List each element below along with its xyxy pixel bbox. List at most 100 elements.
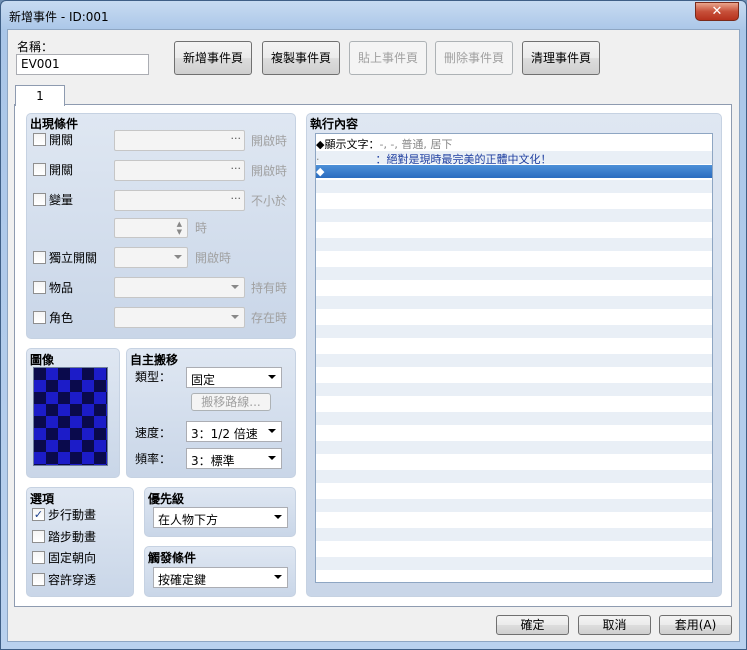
movement-freq-label: 頻率：: [135, 452, 172, 466]
movement-type-value: 固定: [191, 373, 216, 387]
empty-command-row[interactable]: [316, 440, 712, 454]
empty-command-row[interactable]: [316, 179, 712, 193]
empty-command-row[interactable]: [316, 208, 712, 222]
self-switch-checkbox[interactable]: [33, 251, 46, 264]
chevron-down-icon: [174, 255, 182, 259]
walk-anim-checkbox[interactable]: ✓: [32, 508, 45, 521]
movement-speed-select[interactable]: 3：1/2 倍速: [186, 421, 282, 442]
switch2-checkbox[interactable]: [33, 163, 46, 176]
step-anim-checkbox[interactable]: [32, 530, 45, 543]
empty-command-row[interactable]: [316, 571, 712, 582]
apply-button[interactable]: 套用(A): [659, 615, 732, 635]
paste-page-button[interactable]: 貼上事件頁: [349, 41, 427, 75]
switch2-suffix: 開啟時: [251, 164, 288, 178]
ellipsis-icon: ···: [230, 192, 242, 205]
move-route-button[interactable]: 搬移路線...: [191, 393, 271, 411]
empty-command-row[interactable]: [316, 542, 712, 555]
trigger-title: 觸發條件: [148, 551, 197, 565]
image-title: 圖像: [30, 353, 55, 367]
command-line-selected[interactable]: ◆: [316, 165, 712, 178]
switch2-label: 開關: [49, 163, 74, 177]
copy-page-button[interactable]: 複製事件頁: [262, 41, 340, 75]
switch1-label: 開關: [49, 133, 74, 147]
empty-command-row[interactable]: [316, 353, 712, 367]
movement-type-select[interactable]: 固定: [186, 367, 282, 388]
actor-checkbox[interactable]: [33, 311, 46, 324]
switch2-field[interactable]: ···: [114, 160, 245, 181]
conditions-title: 出現條件: [30, 117, 79, 131]
command-text: ：絕對是現時最完美的正體中文化！: [375, 153, 552, 164]
empty-command-row[interactable]: [316, 527, 712, 541]
name-input[interactable]: EV001: [16, 54, 149, 75]
empty-command-row[interactable]: [316, 498, 712, 512]
empty-command-row[interactable]: [316, 266, 712, 280]
close-button[interactable]: ✕: [695, 2, 739, 21]
options-title: 選項: [30, 492, 55, 506]
variable-field[interactable]: ···: [114, 190, 245, 211]
through-label: 容許穿透: [48, 573, 97, 587]
item-label: 物品: [49, 281, 74, 295]
movement-title: 自主搬移: [130, 353, 179, 367]
ok-button[interactable]: 確定: [496, 615, 569, 635]
priority-select[interactable]: 在人物下方: [153, 507, 288, 528]
walk-anim-label: 步行動畫: [48, 508, 97, 522]
empty-command-row[interactable]: [316, 223, 712, 236]
command-line[interactable]: · ：絕對是現時最完美的正體中文化！: [316, 151, 712, 164]
empty-command-row[interactable]: [316, 411, 712, 425]
through-checkbox[interactable]: [32, 573, 45, 586]
empty-command-row[interactable]: [316, 455, 712, 468]
command-bullet: ·: [316, 153, 320, 164]
empty-command-row[interactable]: [316, 397, 712, 410]
priority-value: 在人物下方: [158, 513, 219, 527]
actor-select[interactable]: [114, 307, 245, 328]
chevron-down-icon: [231, 285, 239, 289]
item-checkbox[interactable]: [33, 281, 46, 294]
tab-page-1[interactable]: 1: [15, 85, 65, 106]
name-label: 名稱：: [17, 40, 54, 54]
empty-command-row[interactable]: [316, 281, 712, 294]
direction-fix-checkbox[interactable]: [32, 551, 45, 564]
variable-checkbox[interactable]: [33, 193, 46, 206]
empty-command-row[interactable]: [316, 469, 712, 483]
self-switch-select[interactable]: [114, 247, 188, 268]
trigger-select[interactable]: 按確定鍵: [153, 567, 288, 588]
cancel-button[interactable]: 取消: [578, 615, 651, 635]
ellipsis-icon: ···: [230, 132, 242, 145]
empty-command-row[interactable]: [316, 513, 712, 526]
movement-freq-select[interactable]: 3：標準: [186, 448, 282, 469]
empty-command-row[interactable]: [316, 295, 712, 309]
variable-value-spinner[interactable]: ▲ ▼: [114, 218, 188, 238]
empty-command-row[interactable]: [316, 237, 712, 251]
direction-fix-label: 固定朝向: [48, 551, 97, 565]
step-anim-label: 踏步動畫: [48, 530, 97, 544]
event-graphic[interactable]: [33, 367, 108, 466]
empty-command-row[interactable]: [316, 426, 712, 439]
item-select[interactable]: [114, 277, 245, 298]
empty-command-row[interactable]: [316, 382, 712, 396]
empty-command-row[interactable]: [316, 310, 712, 323]
command-line[interactable]: ◆顯示文字：-, -, 普通, 居下: [316, 136, 712, 149]
actor-suffix: 存在時: [251, 311, 288, 325]
empty-command-row[interactable]: [316, 484, 712, 497]
variable-value-suffix: 時: [195, 221, 208, 235]
empty-command-row[interactable]: [316, 556, 712, 570]
command-list[interactable]: ◆顯示文字：-, -, 普通, 居下 · ：絕對是現時最完美的正體中文化！ ◆: [315, 133, 713, 583]
chevron-down-icon: [268, 429, 276, 433]
new-page-button[interactable]: 新增事件頁: [174, 41, 252, 75]
empty-command-row[interactable]: [316, 252, 712, 265]
switch1-field[interactable]: ···: [114, 130, 245, 151]
command-bullet: ◆: [316, 165, 325, 178]
command-label: 顯示文字：: [324, 138, 380, 149]
empty-command-row[interactable]: [316, 339, 712, 352]
priority-title: 優先級: [148, 492, 185, 506]
item-suffix: 持有時: [251, 281, 288, 295]
empty-command-row[interactable]: [316, 194, 712, 207]
delete-page-button[interactable]: 刪除事件頁: [435, 41, 513, 75]
trigger-value: 按確定鍵: [158, 573, 207, 587]
movement-freq-value: 3：標準: [191, 454, 235, 468]
clear-page-button[interactable]: 清理事件頁: [522, 41, 600, 75]
window-title: 新增事件 - ID:001: [9, 10, 109, 24]
switch1-checkbox[interactable]: [33, 133, 46, 146]
empty-command-row[interactable]: [316, 324, 712, 338]
empty-command-row[interactable]: [316, 368, 712, 381]
